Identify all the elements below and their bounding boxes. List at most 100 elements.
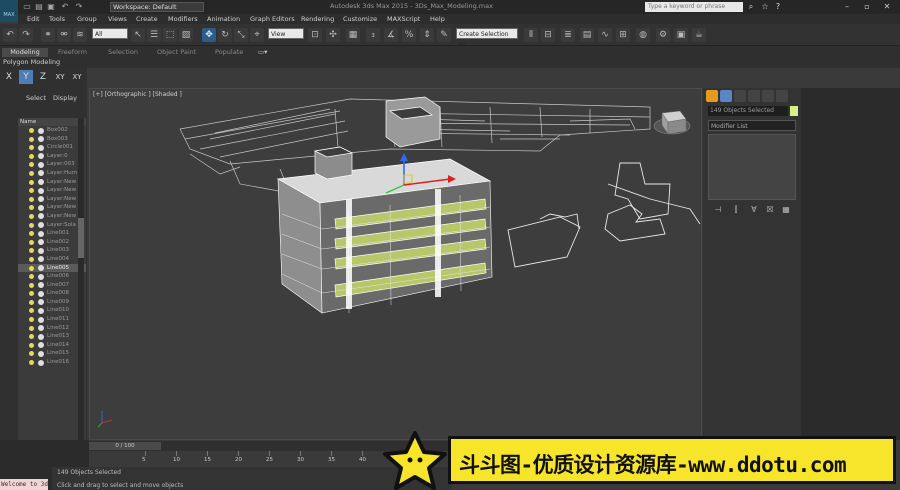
list-item[interactable]: Circle001 [18, 143, 86, 152]
bind-space-warp-icon[interactable]: ≋ [73, 28, 87, 42]
select-and-rotate-icon[interactable]: ↻ [218, 28, 232, 42]
menu-help[interactable]: Help [430, 15, 445, 23]
list-item[interactable]: Line006 [18, 272, 86, 281]
visibility-icon[interactable] [29, 188, 34, 194]
object-color-swatch[interactable] [790, 106, 798, 116]
list-item[interactable]: Line002 [18, 238, 86, 247]
menu-create[interactable]: Create [136, 15, 158, 23]
material-editor-icon[interactable]: ◍ [636, 28, 650, 42]
rectangular-selection-icon[interactable]: ⬚ [163, 28, 177, 42]
select-link-icon[interactable]: ⚭ [41, 28, 55, 42]
visibility-icon[interactable] [29, 351, 34, 357]
tab-freeform[interactable]: Freeform [58, 48, 87, 57]
constraint-xy-button[interactable]: XY [53, 70, 67, 84]
window-crossing-icon[interactable]: ▨ [179, 28, 193, 42]
visibility-icon[interactable] [29, 256, 34, 262]
list-item[interactable]: Line008 [18, 289, 86, 298]
list-item[interactable]: Line016 [18, 358, 86, 367]
visibility-icon[interactable] [29, 291, 34, 297]
layer-manager-icon[interactable]: ≣ [561, 28, 575, 42]
visibility-icon[interactable] [29, 325, 34, 331]
visibility-icon[interactable] [29, 299, 34, 305]
named-selection-set-dropdown[interactable]: Create Selection Se [456, 28, 518, 49]
viewport-orthographic[interactable]: [+] [Orthographic ] [Shaded ] [89, 88, 702, 440]
visibility-icon[interactable] [29, 153, 34, 159]
list-item[interactable]: Layer:003 [18, 160, 86, 169]
viewcube[interactable] [653, 110, 691, 135]
render-setup-icon[interactable]: ⚙ [656, 28, 670, 42]
constraint-x-button[interactable]: X [2, 70, 16, 84]
visibility-icon[interactable] [29, 334, 34, 340]
modify-tab-icon[interactable] [720, 90, 732, 102]
list-item[interactable]: Line015 [18, 349, 86, 358]
render-production-icon[interactable]: ☕ [692, 28, 706, 42]
list-item[interactable]: Layer:0 [18, 152, 86, 161]
list-item[interactable]: Line014 [18, 341, 86, 350]
list-item[interactable]: Line009 [18, 298, 86, 307]
list-item[interactable]: Box002 [18, 126, 86, 135]
list-item[interactable]: Layer:New [18, 178, 86, 187]
list-item[interactable]: Layer:New [18, 186, 86, 195]
select-and-move-icon[interactable]: ✥ [202, 28, 216, 42]
visibility-icon[interactable] [29, 239, 34, 245]
make-unique-icon[interactable]: ∀ [748, 204, 760, 215]
polygon-modeling-panel[interactable]: Polygon Modeling [3, 58, 60, 66]
redo-icon[interactable]: ↷ [74, 2, 84, 12]
viewport-label[interactable]: [+] [Orthographic ] [Shaded ] [93, 91, 182, 98]
list-item[interactable]: Line007 [18, 281, 86, 290]
list-item[interactable]: Layer:Hum [18, 169, 86, 178]
visibility-icon[interactable] [29, 179, 34, 185]
tab-selection[interactable]: Selection [108, 48, 138, 57]
show-end-result-icon[interactable]: ⫿ [730, 204, 742, 215]
save-file-icon[interactable]: ▣ [46, 2, 56, 12]
minimize-button[interactable]: – [838, 1, 856, 12]
list-scrollbar[interactable] [78, 118, 84, 440]
place-icon[interactable]: ⌖ [250, 28, 264, 42]
list-item[interactable]: Layer:New [18, 212, 86, 221]
select-and-scale-icon[interactable]: ⤡ [234, 28, 248, 42]
select-by-name-icon[interactable]: ☰ [147, 28, 161, 42]
new-file-icon[interactable]: ▭ [22, 2, 32, 12]
maxscript-listener[interactable]: Welcome to 3d [0, 479, 48, 490]
list-item[interactable]: Layer:New [18, 195, 86, 204]
undo-button-icon[interactable]: ↶ [3, 28, 17, 42]
hierarchy-tab-icon[interactable] [734, 90, 746, 102]
graphite-toggle-icon[interactable]: ▤ [580, 28, 594, 42]
pin-stack-icon[interactable]: ⊣ [712, 204, 724, 215]
curve-editor-icon[interactable]: ∿ [598, 28, 612, 42]
unlink-icon[interactable]: ⚮ [57, 28, 71, 42]
explorer-tab-select[interactable]: Select [26, 94, 46, 102]
list-item[interactable]: Line001 [18, 229, 86, 238]
tab-modeling[interactable]: Modeling [2, 48, 48, 57]
display-tab-icon[interactable] [762, 90, 774, 102]
rendered-frame-icon[interactable]: ▣ [674, 28, 688, 42]
explorer-tab-display[interactable]: Display [53, 94, 77, 102]
search-icon[interactable]: ⌕ [746, 2, 756, 12]
visibility-icon[interactable] [29, 282, 34, 288]
list-item[interactable]: Layer:Sola [18, 221, 86, 230]
visibility-icon[interactable] [29, 162, 34, 168]
visibility-icon[interactable] [29, 248, 34, 254]
workspace-dropdown[interactable]: Workspace: Default [110, 2, 204, 12]
visibility-icon[interactable] [29, 360, 34, 366]
utilities-tab-icon[interactable] [776, 90, 788, 102]
list-item[interactable]: Line010 [18, 306, 86, 315]
mirror-icon[interactable]: ⫴ [524, 28, 538, 42]
visibility-icon[interactable] [29, 308, 34, 314]
selection-filter-dropdown[interactable]: All [92, 28, 128, 39]
manipulate-icon[interactable]: ✣ [326, 28, 340, 42]
star-icon[interactable]: ☆ [760, 2, 770, 12]
list-item[interactable]: Box003 [18, 135, 86, 144]
motion-tab-icon[interactable] [748, 90, 760, 102]
menu-group[interactable]: Group [77, 15, 97, 23]
menu-edit[interactable]: Edit [27, 15, 40, 23]
create-tab-icon[interactable] [706, 90, 718, 102]
visibility-icon[interactable] [29, 317, 34, 323]
angle-snap-icon[interactable]: ∡ [384, 28, 398, 42]
menu-modifiers[interactable]: Modifiers [168, 15, 198, 23]
list-item[interactable]: Line011 [18, 315, 86, 324]
constraint-z-button[interactable]: Z [36, 70, 50, 84]
open-file-icon[interactable]: ▤ [34, 2, 44, 12]
close-button[interactable]: ✕ [878, 1, 896, 12]
snaps-toggle-icon[interactable]: ₃ [366, 28, 380, 42]
